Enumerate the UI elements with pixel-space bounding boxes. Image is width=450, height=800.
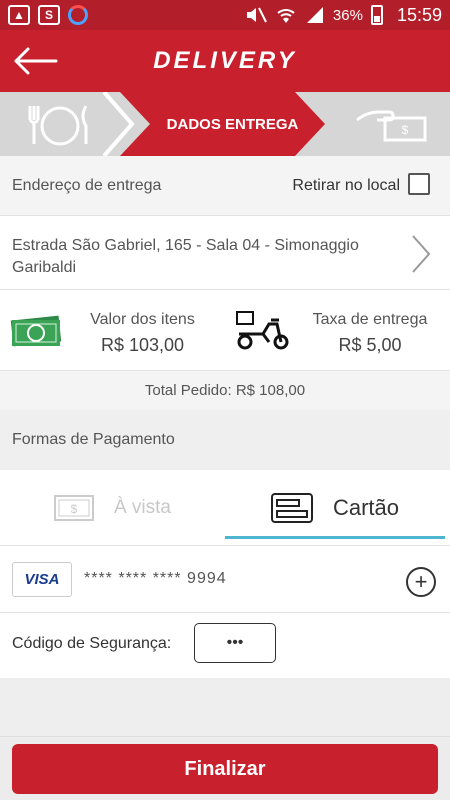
order-total-label: Total Pedido: <box>144 382 232 399</box>
address-value: Estrada São Gabriel, 165 - Sala 04 - Sim… <box>12 237 359 276</box>
security-code-row: Código de Segurança: <box>0 613 450 678</box>
battery-percent: 36% <box>332 6 363 24</box>
money-icon <box>10 315 62 347</box>
empty-area <box>0 678 450 736</box>
tab-a-vista[interactable]: $ À vista <box>0 470 225 545</box>
finalizar-button[interactable]: Finalizar <box>12 744 438 794</box>
footer: Finalizar <box>0 736 450 800</box>
delivery-motorcycle-icon <box>236 311 289 350</box>
tab-a-vista-label: À vista <box>113 496 172 518</box>
payment-section-header: Formas de Pagamento <box>0 410 450 470</box>
fee-value: R$ 5,00 <box>338 335 402 355</box>
items-label: Valor dos itens <box>90 311 195 328</box>
payment-tabs: $ À vista Cartão <box>0 470 450 545</box>
svg-text:$: $ <box>71 502 78 516</box>
address-row[interactable]: Estrada São Gabriel, 165 - Sala 04 - Sim… <box>0 216 450 290</box>
tab-cartao-label: Cartão <box>332 494 400 520</box>
security-code-input[interactable] <box>194 623 276 663</box>
clock: 15:59 <box>396 4 442 25</box>
signal-icon <box>306 7 323 23</box>
svg-text:$: $ <box>402 123 409 137</box>
shield-app-icon: S <box>38 5 60 25</box>
address-label: Endereço de entrega <box>12 177 162 194</box>
image-icon: ▲ <box>8 5 30 25</box>
mute-icon <box>246 7 267 23</box>
pickup-label: Retirar no local <box>292 177 400 194</box>
payment-hand-icon: $ <box>356 110 427 142</box>
step-menu <box>20 100 100 153</box>
totals-panel: Valor dos itens R$ 103,00 Taxa de entreg… <box>0 290 450 370</box>
saved-card-row[interactable]: VISA **** **** **** 9994 + <box>0 545 450 613</box>
battery-icon <box>370 5 383 25</box>
dish-icon <box>28 105 88 146</box>
app-bar: DELIVERY <box>0 30 450 92</box>
page-title: DELIVERY <box>153 47 297 74</box>
chevron-right-icon <box>412 235 431 273</box>
payment-section-title: Formas de Pagamento <box>12 431 175 448</box>
order-total: Total Pedido: R$ 108,00 <box>0 370 450 410</box>
status-bar: ▲ S 36% 15:59 <box>0 0 450 30</box>
checkout-stepper: DADOS ENTREGA $ <box>0 92 450 156</box>
wifi-icon <box>277 9 295 23</box>
security-code-label: Código de Segurança: <box>12 635 172 652</box>
tab-cartao[interactable]: Cartão <box>225 470 445 545</box>
pickup-checkbox[interactable] <box>408 173 430 195</box>
card-number: **** **** **** 9994 <box>84 570 227 587</box>
cash-icon: $ <box>53 494 94 521</box>
order-total-value: R$ 108,00 <box>235 382 306 399</box>
sync-ring-icon <box>68 5 88 25</box>
items-value: R$ 103,00 <box>100 335 185 355</box>
step-payment: $ <box>355 104 429 149</box>
fee-label: Taxa de entrega <box>312 311 428 328</box>
credit-card-icon <box>270 492 313 523</box>
card-brand-logo: VISA <box>12 562 72 597</box>
plus-icon: + <box>414 569 428 594</box>
active-tab-indicator <box>225 536 445 539</box>
address-header: Endereço de entrega Retirar no local <box>0 156 450 216</box>
step-dados-entrega: DADOS ENTREGA <box>120 92 325 156</box>
add-card-button[interactable]: + <box>406 567 436 597</box>
